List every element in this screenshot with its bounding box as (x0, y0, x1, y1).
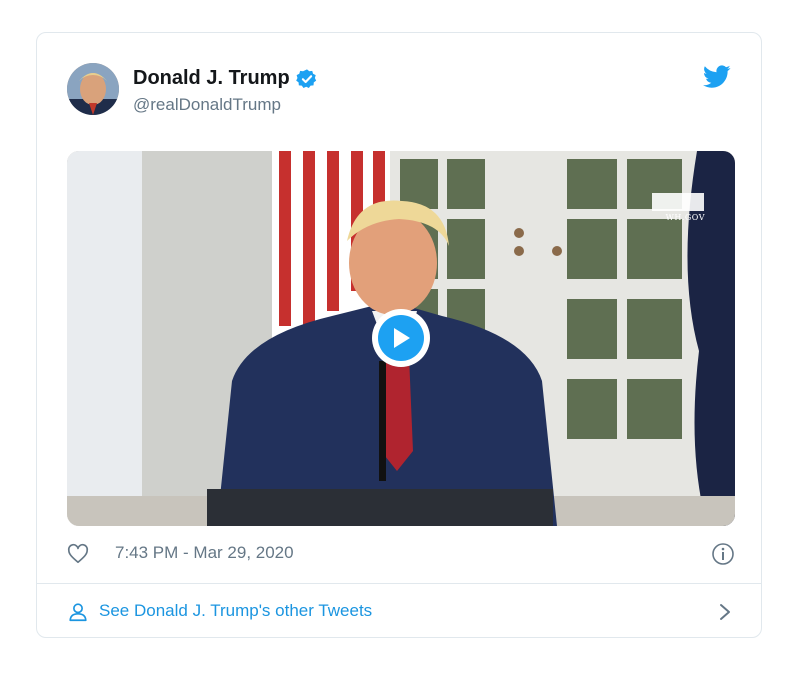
see-other-tweets-link[interactable]: See Donald J. Trump's other Tweets (67, 599, 735, 625)
play-icon (394, 328, 410, 348)
verified-badge-icon (295, 68, 316, 88)
avatar-image (67, 63, 119, 115)
person-icon (69, 603, 87, 622)
author-row: Donald J. Trump (133, 67, 318, 90)
tweet-meta: 7:43 PM - Mar 29, 2020 (67, 541, 735, 567)
author-name[interactable]: Donald J. Trump (133, 67, 290, 90)
chevron-right-icon[interactable] (717, 602, 733, 622)
wh-gov-watermark: WH.GOV (665, 213, 705, 222)
see-other-tweets-label[interactable]: See Donald J. Trump's other Tweets (99, 601, 372, 621)
tweet-timestamp[interactable]: 7:43 PM - Mar 29, 2020 (115, 543, 294, 563)
info-icon[interactable] (711, 542, 735, 566)
author-handle[interactable]: @realDonaldTrump (133, 95, 281, 115)
play-button-circle (378, 315, 424, 361)
divider (37, 583, 761, 584)
tweet-video[interactable]: WH.GOV (67, 151, 735, 526)
tweet-card: Donald J. Trump @realDonaldTrump WH.GOV … (36, 32, 762, 638)
avatar[interactable] (67, 63, 119, 115)
heart-icon[interactable] (67, 543, 89, 565)
twitter-bird-icon[interactable] (703, 65, 731, 89)
play-button[interactable] (372, 309, 430, 367)
